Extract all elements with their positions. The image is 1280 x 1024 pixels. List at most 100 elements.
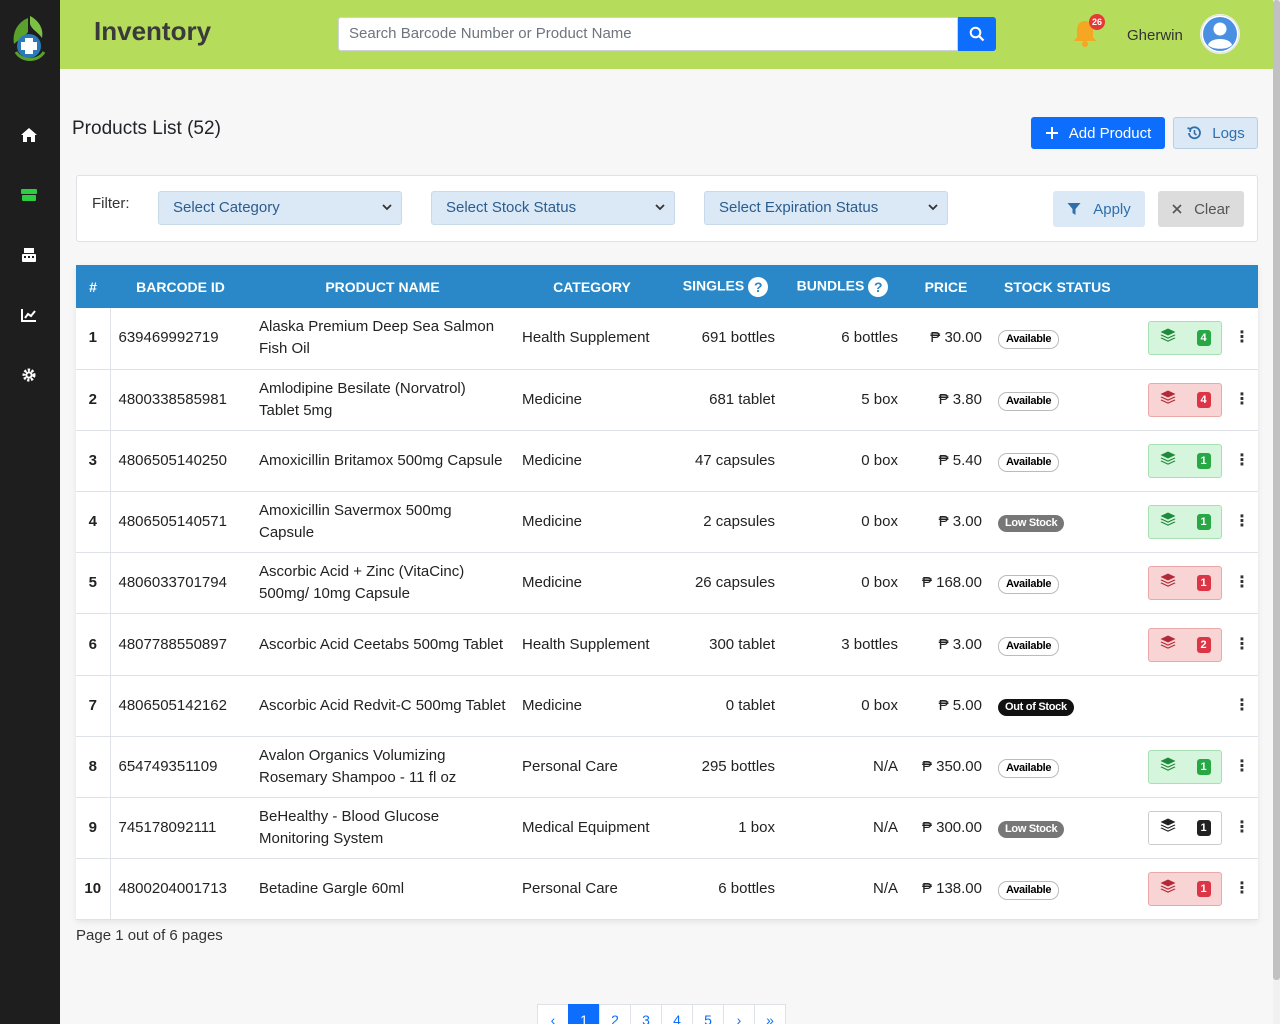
funnel-icon <box>1067 203 1081 215</box>
singles-header-label: SINGLES <box>682 277 745 294</box>
table-row[interactable]: 10 4800204001713 Betadine Gargle 60ml Perso… <box>76 858 1258 920</box>
category-cell: Medicine <box>522 513 583 531</box>
kebab-menu-icon[interactable]: ⋮ <box>1234 327 1250 349</box>
scrollbar-thumb[interactable] <box>1273 0 1280 980</box>
kebab-menu-icon[interactable]: ⋮ <box>1234 878 1250 900</box>
batch-button[interactable]: 2 <box>1148 627 1222 662</box>
product-name-cell: Amoxicillin Britamox 500mg Capsule <box>259 451 503 469</box>
kebab-menu-icon[interactable]: ⋮ <box>1234 756 1250 778</box>
page-button-5[interactable]: 5 <box>692 1004 724 1024</box>
batch-count: 1 <box>1196 452 1211 469</box>
batch-button[interactable]: 1 <box>1148 443 1222 478</box>
inventory-icon[interactable] <box>18 184 40 206</box>
batch-button[interactable]: 1 <box>1148 566 1222 601</box>
logs-button[interactable]: Logs <box>1173 117 1258 149</box>
cash-register-icon[interactable] <box>18 244 40 266</box>
row-number: 1 <box>76 308 111 370</box>
table-row[interactable]: 4 4806505140571 Amoxicillin Savermox 500mg… <box>76 491 1258 553</box>
col-header-category[interactable]: CATEGORY <box>514 265 670 308</box>
col-header-singles[interactable]: SINGLES? <box>670 265 781 308</box>
next-page-button[interactable]: › <box>723 1004 755 1024</box>
actions-cell: ⋮ <box>1226 369 1258 430</box>
actions-cell: ⋮ <box>1226 859 1258 920</box>
table-row[interactable]: 5 4806033701794 Ascorbic Acid + Zinc (Vita… <box>76 552 1258 614</box>
batch-button[interactable]: 1 <box>1148 505 1222 540</box>
col-header-actions <box>1226 265 1258 308</box>
expiration-status-select-value: Select Expiration Status <box>719 199 879 216</box>
kebab-menu-icon[interactable]: ⋮ <box>1234 634 1250 656</box>
kebab-menu-icon[interactable]: ⋮ <box>1234 695 1250 717</box>
col-header-stock-status[interactable]: STOCK STATUS <box>988 265 1134 308</box>
col-header-barcode[interactable]: BARCODE ID <box>110 265 251 308</box>
category-cell: Health Supplement <box>522 329 650 347</box>
kebab-menu-icon[interactable]: ⋮ <box>1234 450 1250 472</box>
page-button-2[interactable]: 2 <box>599 1004 631 1024</box>
search-button[interactable] <box>958 17 996 51</box>
table-row[interactable]: 2 4800338585981 Amlodipine Besilate (Norva… <box>76 369 1258 431</box>
bundles-cell: N/A <box>872 757 898 775</box>
help-icon[interactable]: ? <box>748 276 769 297</box>
kebab-menu-icon[interactable]: ⋮ <box>1234 572 1250 594</box>
row-number: 6 <box>76 613 111 676</box>
last-page-button[interactable]: » <box>754 1004 786 1024</box>
row-number: 7 <box>76 675 111 737</box>
username[interactable]: Gherwin <box>1127 27 1183 44</box>
category-select[interactable]: Select Category <box>158 191 402 225</box>
table-row[interactable]: 9 745178092111 BeHealthy - Blood Glucose M… <box>76 797 1258 859</box>
table-row[interactable]: 3 4806505140250 Amoxicillin Britamox 500mg… <box>76 430 1258 492</box>
filter-card: Filter: Select Category Select Stock Sta… <box>76 175 1258 242</box>
batch-cell: 4 <box>1134 369 1226 430</box>
search-input[interactable]: Search Barcode Number or Product Name <box>338 17 958 51</box>
status-badge: Available <box>998 452 1060 472</box>
col-header-bundles[interactable]: BUNDLES? <box>781 265 904 308</box>
batch-count: 1 <box>1196 514 1211 531</box>
chevron-down-icon <box>381 192 393 236</box>
batch-button[interactable]: 4 <box>1148 382 1222 417</box>
batch-cell: 1 <box>1134 553 1226 614</box>
price-cell: ₱ 3.00 <box>938 513 982 531</box>
page-button-3[interactable]: 3 <box>630 1004 662 1024</box>
table-row[interactable]: 1 639469992719 Alaska Premium Deep Sea Sal… <box>76 308 1258 370</box>
col-header-product[interactable]: PRODUCT NAME <box>251 265 514 308</box>
price-cell: ₱ 138.00 <box>921 880 982 898</box>
stock-status-select[interactable]: Select Stock Status <box>431 191 675 225</box>
page-button-4[interactable]: 4 <box>661 1004 693 1024</box>
status-badge: Available <box>998 881 1060 901</box>
history-icon <box>1187 126 1202 140</box>
status-badge: Available <box>998 636 1060 656</box>
col-header-price[interactable]: PRICE <box>904 265 988 308</box>
stock-status-cell: Out of Stock <box>988 675 1134 736</box>
add-product-button[interactable]: Add Product <box>1031 117 1165 149</box>
price-cell: ₱ 300.00 <box>921 819 982 837</box>
singles-cell: 0 tablet <box>725 696 775 714</box>
avatar[interactable] <box>1200 14 1240 54</box>
prev-page-button[interactable]: ‹ <box>537 1004 569 1024</box>
status-badge: Available <box>998 575 1060 595</box>
page-button-1[interactable]: 1 <box>568 1004 600 1024</box>
apply-filter-button[interactable]: Apply <box>1053 191 1145 227</box>
table-row[interactable]: 6 4807788550897 Ascorbic Acid Ceetabs 500m… <box>76 613 1258 676</box>
chart-line-icon[interactable] <box>18 304 40 326</box>
price-cell: ₱ 350.00 <box>921 757 982 775</box>
page-info: Page 1 out of 6 pages <box>76 927 223 944</box>
kebab-menu-icon[interactable]: ⋮ <box>1234 389 1250 411</box>
actions-cell: ⋮ <box>1226 308 1258 369</box>
singles-cell: 295 bottles <box>701 757 775 775</box>
kebab-menu-icon[interactable]: ⋮ <box>1234 511 1250 533</box>
batch-button[interactable]: 1 <box>1148 811 1222 846</box>
table-row[interactable]: 7 4806505142162 Ascorbic Acid Redvit-C 500… <box>76 675 1258 737</box>
col-header-batches <box>1134 265 1226 308</box>
gear-icon[interactable] <box>18 364 40 386</box>
home-icon[interactable] <box>18 124 40 146</box>
batch-button[interactable]: 4 <box>1148 321 1222 356</box>
kebab-menu-icon[interactable]: ⋮ <box>1234 817 1250 839</box>
barcode-cell: 4800204001713 <box>118 880 227 898</box>
batch-button[interactable]: 1 <box>1148 749 1222 784</box>
actions-cell: ⋮ <box>1226 798 1258 859</box>
batch-button[interactable]: 1 <box>1148 872 1222 907</box>
expiration-status-select[interactable]: Select Expiration Status <box>704 191 948 225</box>
help-icon[interactable]: ? <box>868 276 889 297</box>
stock-status-cell: Available <box>988 859 1134 920</box>
table-row[interactable]: 8 654749351109 Avalon Organics Volumizing … <box>76 736 1258 798</box>
clear-filter-button[interactable]: Clear <box>1158 191 1244 227</box>
